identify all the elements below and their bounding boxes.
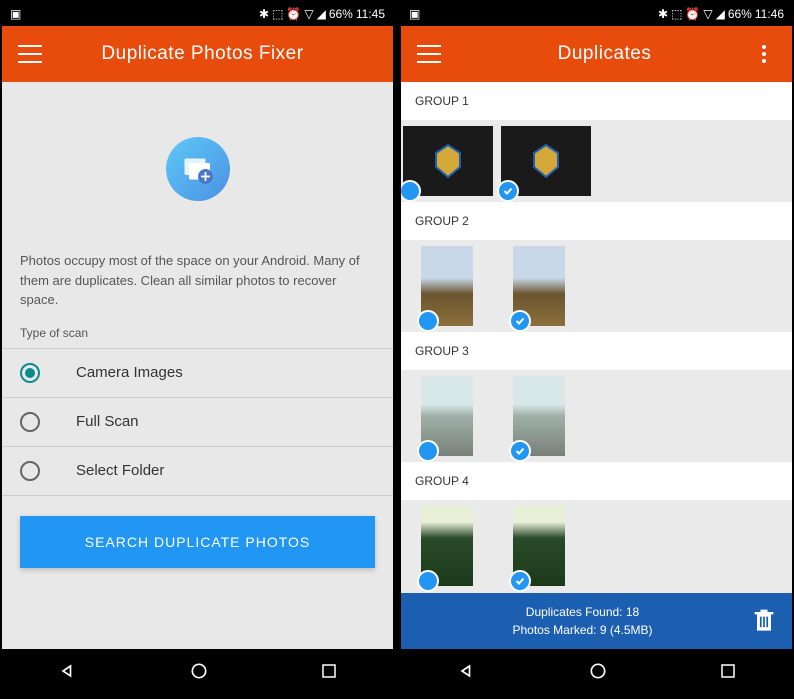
group-photos (401, 246, 792, 332)
radio-full-scan[interactable]: Full Scan (2, 398, 393, 447)
home-icon[interactable] (189, 661, 209, 686)
signal-icon: ◢ (317, 7, 326, 21)
description-text: Photos occupy most of the space on your … (2, 251, 393, 310)
group-photos (401, 126, 792, 202)
photo-item[interactable] (403, 126, 493, 196)
photos-marked-text: Photos Marked: 9 (4.5MB) (415, 621, 750, 639)
vibrate-icon: ⬚ (272, 7, 283, 21)
screen-scan-options: ▣ ✱ ⬚ ⏰ ▽ ◢ 66% 11:45 Duplicate Photos F… (2, 2, 393, 697)
hamburger-menu-icon[interactable] (18, 45, 42, 63)
status-bar: ▣ ✱ ⬚ ⏰ ▽ ◢ 66% 11:46 (401, 2, 792, 26)
badge-icon (430, 141, 466, 181)
photo-item[interactable] (513, 246, 565, 326)
radio-camera-images[interactable]: Camera Images (2, 348, 393, 398)
trash-icon (750, 605, 778, 633)
radio-select-folder[interactable]: Select Folder (2, 447, 393, 496)
wifi-icon: ▽ (703, 7, 712, 21)
badge-icon (528, 141, 564, 181)
hamburger-menu-icon[interactable] (417, 45, 441, 63)
recents-icon[interactable] (719, 662, 737, 685)
page-title: Duplicate Photos Fixer (58, 43, 377, 65)
radio-icon (20, 412, 40, 432)
photo-item[interactable] (513, 376, 565, 456)
app-header: Duplicate Photos Fixer (2, 26, 393, 82)
overflow-menu-icon[interactable] (752, 45, 776, 63)
group-photos (401, 506, 792, 592)
radio-label: Camera Images (76, 364, 183, 381)
selection-check-icon[interactable] (417, 570, 439, 592)
radio-icon (20, 363, 40, 383)
bluetooth-icon: ✱ (259, 7, 269, 21)
battery-text: 66% (728, 7, 752, 21)
photo-item[interactable] (501, 126, 591, 196)
picture-icon: ▣ (10, 7, 21, 21)
photo-item[interactable] (421, 246, 473, 326)
results-list[interactable]: GROUP 1 GROUP 2 (401, 82, 792, 593)
clock-text: 11:45 (356, 7, 385, 21)
photo-item[interactable] (421, 506, 473, 586)
signal-icon: ◢ (716, 7, 725, 21)
recents-icon[interactable] (320, 662, 338, 685)
selection-check-icon[interactable] (509, 440, 531, 462)
selection-check-icon[interactable] (497, 180, 519, 202)
scan-type-label: Type of scan (2, 310, 393, 348)
selection-check-icon[interactable] (401, 180, 421, 202)
scan-type-list: Camera Images Full Scan Select Folder (2, 348, 393, 496)
group-header: GROUP 4 (401, 462, 792, 500)
delete-button[interactable] (750, 605, 778, 638)
home-icon[interactable] (588, 661, 608, 686)
back-icon[interactable] (58, 661, 78, 686)
selection-check-icon[interactable] (509, 310, 531, 332)
group-header: GROUP 1 (401, 82, 792, 120)
photo-item[interactable] (513, 506, 565, 586)
battery-text: 66% (329, 7, 353, 21)
duplicates-found-text: Duplicates Found: 18 (415, 603, 750, 621)
hero-section (2, 82, 393, 251)
search-duplicates-button[interactable]: SEARCH DUPLICATE PHOTOS (20, 516, 375, 568)
group-header: GROUP 3 (401, 332, 792, 370)
page-title: Duplicates (457, 43, 752, 65)
android-navbar (401, 649, 792, 697)
radio-label: Full Scan (76, 413, 139, 430)
group-photos (401, 376, 792, 462)
selection-check-icon[interactable] (509, 570, 531, 592)
summary-bar: Duplicates Found: 18 Photos Marked: 9 (4… (401, 593, 792, 649)
vibrate-icon: ⬚ (671, 7, 682, 21)
screen-duplicates-results: ▣ ✱ ⬚ ⏰ ▽ ◢ 66% 11:46 Duplicates GROUP 1 (401, 2, 792, 697)
wifi-icon: ▽ (304, 7, 313, 21)
app-header: Duplicates (401, 26, 792, 82)
android-navbar (2, 649, 393, 697)
alarm-icon: ⏰ (286, 7, 301, 21)
radio-icon (20, 461, 40, 481)
app-logo-icon (166, 137, 230, 201)
photo-item[interactable] (421, 376, 473, 456)
clock-text: 11:46 (755, 7, 784, 21)
back-icon[interactable] (457, 661, 477, 686)
group-header: GROUP 2 (401, 202, 792, 240)
status-bar: ▣ ✱ ⬚ ⏰ ▽ ◢ 66% 11:45 (2, 2, 393, 26)
main-content: Photos occupy most of the space on your … (2, 82, 393, 649)
picture-icon: ▣ (409, 7, 420, 21)
summary-text: Duplicates Found: 18 Photos Marked: 9 (4… (415, 603, 750, 639)
bluetooth-icon: ✱ (658, 7, 668, 21)
selection-check-icon[interactable] (417, 310, 439, 332)
selection-check-icon[interactable] (417, 440, 439, 462)
alarm-icon: ⏰ (685, 7, 700, 21)
radio-label: Select Folder (76, 462, 164, 479)
results-content: GROUP 1 GROUP 2 (401, 82, 792, 649)
